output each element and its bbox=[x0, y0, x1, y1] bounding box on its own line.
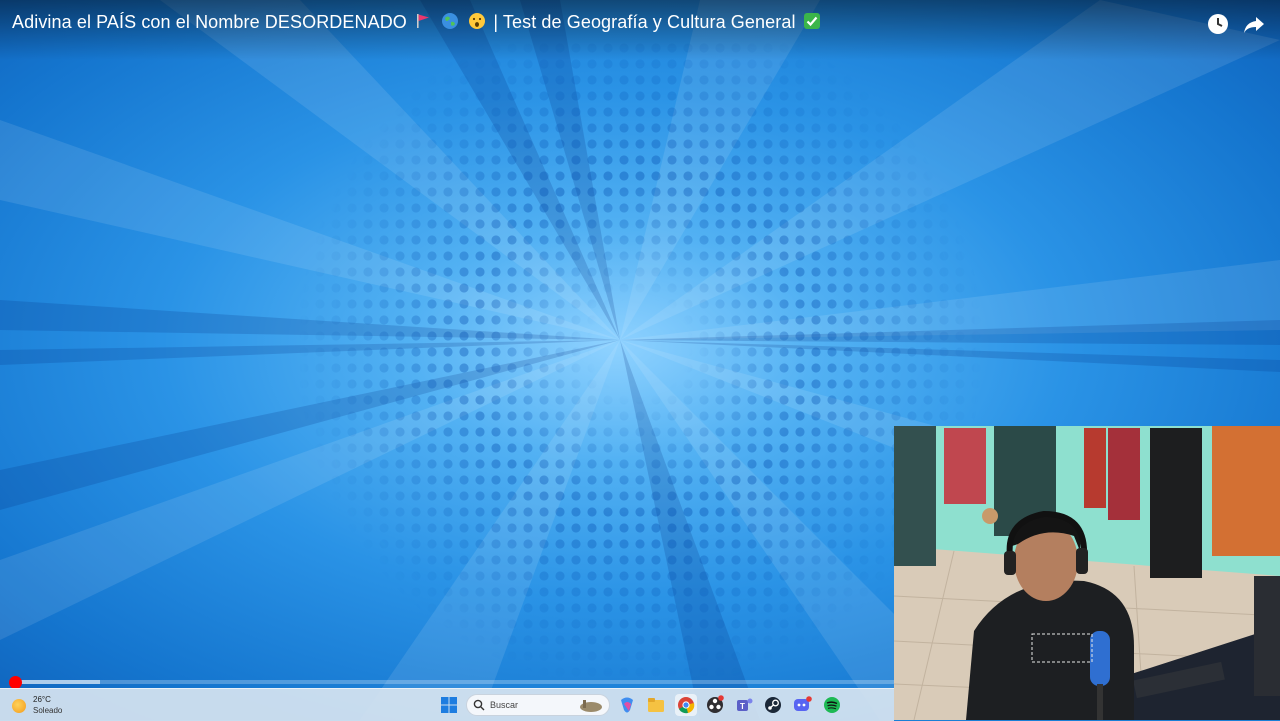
webcam-scene bbox=[894, 426, 1280, 720]
windows-taskbar: 26°C Soleado Buscar T bbox=[0, 688, 894, 721]
weather-condition: Soleado bbox=[33, 706, 63, 715]
sun-icon bbox=[12, 699, 26, 713]
copilot-icon[interactable] bbox=[616, 694, 638, 716]
video-title-suffix: | Test de Geografía y Cultura General bbox=[493, 12, 796, 32]
windows-start-icon[interactable] bbox=[438, 694, 460, 716]
obs-icon[interactable] bbox=[704, 694, 726, 716]
clock-icon[interactable] bbox=[1206, 12, 1230, 36]
webcam-overlay bbox=[894, 426, 1280, 720]
video-title[interactable]: Adivina el PAÍS con el Nombre DESORDENAD… bbox=[12, 12, 823, 33]
svg-text:T: T bbox=[740, 702, 745, 711]
halftone-pattern bbox=[280, 40, 1000, 680]
share-icon[interactable] bbox=[1242, 12, 1266, 36]
check-mark-icon bbox=[803, 13, 820, 30]
chrome-icon[interactable] bbox=[675, 694, 697, 716]
search-highlight-icon bbox=[580, 700, 602, 712]
player-top-bar: Adivina el PAÍS con el Nombre DESORDENAD… bbox=[0, 0, 1280, 60]
teams-icon[interactable]: T bbox=[733, 694, 755, 716]
video-title-text: Adivina el PAÍS con el Nombre DESORDENAD… bbox=[12, 12, 407, 32]
search-icon bbox=[473, 699, 485, 711]
file-explorer-icon[interactable] bbox=[645, 694, 667, 716]
discord-icon[interactable] bbox=[791, 694, 813, 716]
taskbar-search-box[interactable]: Buscar bbox=[466, 694, 610, 716]
search-placeholder: Buscar bbox=[490, 700, 519, 710]
progress-buffered bbox=[12, 680, 101, 684]
steam-icon[interactable] bbox=[762, 694, 784, 716]
surprised-face-icon bbox=[469, 13, 486, 30]
progress-bar[interactable] bbox=[12, 680, 894, 684]
weather-temperature: 26°C bbox=[33, 695, 51, 704]
globe-icon bbox=[442, 13, 459, 30]
flag-icon bbox=[417, 14, 430, 29]
spotify-icon[interactable] bbox=[821, 694, 843, 716]
